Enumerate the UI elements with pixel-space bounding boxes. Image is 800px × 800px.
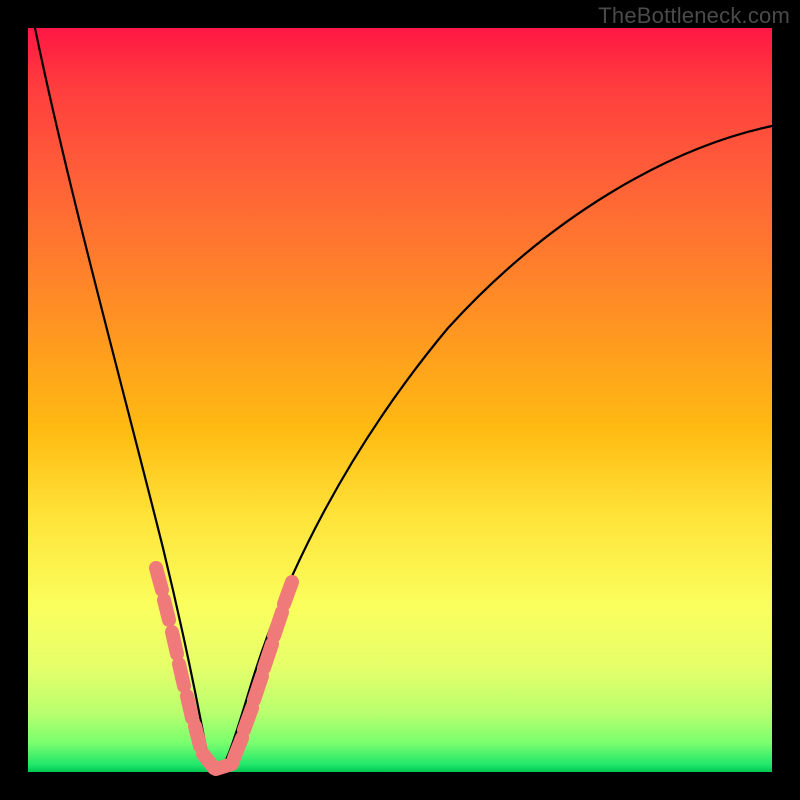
curve-path: [35, 28, 772, 770]
plot-area: [28, 28, 772, 772]
marker-cluster: [156, 568, 292, 769]
bottleneck-curve: [28, 28, 772, 772]
watermark-text: TheBottleneck.com: [598, 3, 790, 29]
chart-frame: TheBottleneck.com: [0, 0, 800, 800]
